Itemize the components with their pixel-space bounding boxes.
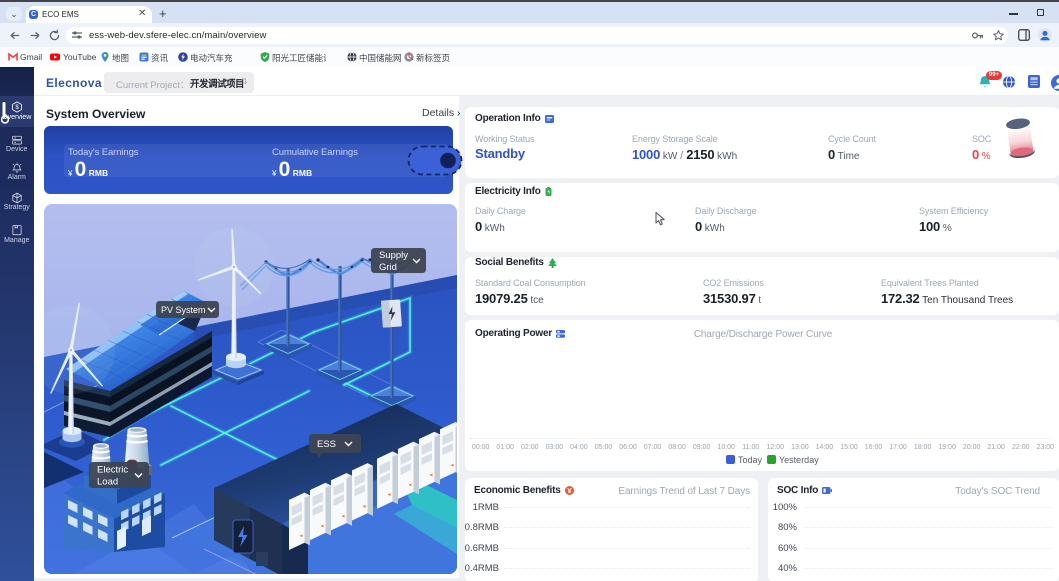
- svg-text:Supply: Supply: [379, 250, 408, 261]
- svg-text:$: $: [15, 105, 19, 111]
- svg-text:ESS: ESS: [317, 439, 336, 450]
- svg-text:PV System: PV System: [161, 305, 206, 315]
- svg-text:Grid: Grid: [379, 262, 397, 273]
- svg-text:Electric: Electric: [97, 465, 128, 476]
- svg-text:Load: Load: [97, 477, 118, 488]
